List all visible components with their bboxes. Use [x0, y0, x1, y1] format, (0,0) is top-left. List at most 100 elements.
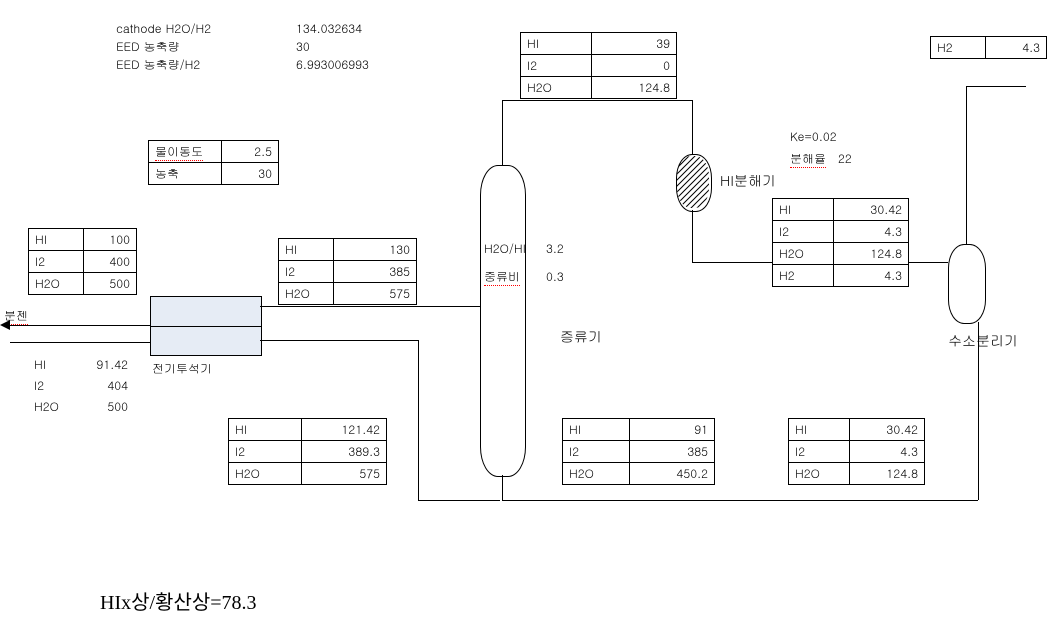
h2sep-bottom-table: HI30.42 I24.3 H2O124.8	[788, 418, 925, 485]
distillation-column	[480, 165, 526, 477]
hi-decomp-label: HI분해기	[720, 170, 776, 190]
dist-label: 증류기	[560, 326, 602, 346]
db-r1-v: 91	[630, 419, 715, 441]
dt-r3-k: H2O	[521, 77, 592, 99]
feed-r1-v: 100	[84, 229, 137, 251]
dfl-r1-k: HI	[229, 419, 302, 441]
dist-p2-v: 0.3	[546, 268, 564, 285]
params-r1-label: 물이동도	[155, 143, 203, 161]
dfl-r2-k: I2	[229, 441, 302, 463]
line-dist-top-to-reactor	[502, 100, 692, 101]
dt-r1-v: 39	[592, 33, 677, 55]
edout-r3-k: H2O	[279, 283, 334, 305]
recycle-table: HI91.42 I2404 H2O500	[28, 354, 134, 417]
do-r3-k: H2O	[773, 243, 834, 265]
feed-r2-k: I2	[29, 251, 84, 273]
dist-top-table: HI39 I20 H2O124.8	[520, 32, 677, 99]
dfl-r3-v: 575	[302, 463, 387, 485]
sb-r2-k: I2	[789, 441, 850, 463]
sb-r3-v: 124.8	[850, 463, 925, 485]
do-r1-v: 30.42	[834, 199, 909, 221]
edout-r1-k: HI	[279, 239, 334, 261]
feed-r1-k: HI	[29, 229, 84, 251]
hdr-row3-value: 6.993006993	[296, 56, 369, 73]
decomp-out-table: HI30.42 I24.3 H2O124.8 H24.3	[772, 198, 909, 287]
do-r2-k: I2	[773, 221, 834, 243]
db-r1-k: HI	[563, 419, 630, 441]
hdr-row2-value: 30	[296, 38, 310, 55]
dt-r3-v: 124.8	[592, 77, 677, 99]
arrow-left-icon	[0, 320, 10, 330]
dfl-r3-k: H2O	[229, 463, 302, 485]
feed-r3-k: H2O	[29, 273, 84, 295]
db-r2-k: I2	[563, 441, 630, 463]
do-r3-v: 124.8	[834, 243, 909, 265]
line-sep-up	[966, 86, 967, 244]
line-ed-to-dist-upper	[260, 306, 480, 307]
line-dist-bottom-down	[502, 475, 503, 500]
dist-p1-v: 3.2	[546, 240, 564, 257]
hdr-row2-label: EED 농축량	[116, 38, 180, 55]
params-r2-value: 30	[222, 163, 279, 185]
sb-r2-v: 4.3	[850, 441, 925, 463]
footer-ratio: HIx상/황산상=78.3	[100, 586, 257, 615]
dt-r2-v: 0	[592, 55, 677, 77]
hdr-row1-value: 134.032634	[296, 20, 362, 37]
recycle-r1-k: HI	[28, 354, 82, 375]
dfl-r2-v: 389.3	[302, 441, 387, 463]
h2-product-table: H24.3	[930, 36, 1047, 59]
sb-r3-k: H2O	[789, 463, 850, 485]
h2-separator-vessel	[948, 244, 986, 324]
edout-r1-v: 130	[334, 239, 417, 261]
recycle-r2-k: I2	[28, 375, 82, 396]
h2sep-label: 수소분리기	[948, 330, 1018, 350]
do-r1-k: HI	[773, 199, 834, 221]
sb-r1-k: HI	[789, 419, 850, 441]
line-sep-right-stub	[966, 86, 1026, 87]
line-down-to-recycle	[418, 340, 419, 500]
h2-v: 4.3	[986, 37, 1047, 59]
do-r4-k: H2	[773, 265, 834, 287]
dfl-r1-v: 121.42	[302, 419, 387, 441]
line-to-dist-bottom-feed	[418, 500, 500, 501]
line-bottom-recycle	[502, 500, 978, 501]
line-into-reactor	[692, 100, 693, 155]
feed-r2-v: 400	[84, 251, 137, 273]
dt-r2-k: I2	[521, 55, 592, 77]
dist-p1-k: H2O/HI	[484, 240, 526, 257]
hatch-pattern-icon	[677, 156, 709, 208]
recycle-r3-v: 500	[82, 396, 134, 417]
recycle-r1-v: 91.42	[82, 354, 134, 375]
do-r2-v: 4.3	[834, 221, 909, 243]
line-feed-to-ed	[10, 325, 150, 326]
electrodialyzer-box	[150, 296, 262, 356]
line-sep-down	[978, 322, 979, 500]
params-table: 물이동도 2.5 농축30	[148, 140, 279, 185]
ed-out-table: HI130 I2385 H2O575	[278, 238, 417, 305]
params-r1-value: 2.5	[222, 141, 279, 163]
dt-r1-k: HI	[521, 33, 592, 55]
dist-p2-k: 중류비	[484, 268, 520, 285]
decomp-rate-label: 분해율	[790, 150, 826, 167]
recycle-r2-v: 404	[82, 375, 134, 396]
feed-r3-v: 500	[84, 273, 137, 295]
sb-r1-v: 30.42	[850, 419, 925, 441]
line-ed-recycle	[10, 342, 150, 343]
hdr-row3-label: EED 농축량/H2	[116, 56, 200, 73]
h2-k: H2	[931, 37, 986, 59]
do-r4-v: 4.3	[834, 265, 909, 287]
feed-in-table: HI100 I2400 H2O500	[28, 228, 137, 295]
dist-bottom-table: HI91 I2385 H2O450.2	[562, 418, 715, 485]
db-r2-v: 385	[630, 441, 715, 463]
ke-label: Ke=0.02	[790, 128, 837, 145]
params-r2-label: 농축	[149, 163, 222, 185]
edout-r2-v: 385	[334, 261, 417, 283]
line-dist-top-up	[502, 100, 503, 165]
edout-r2-k: I2	[279, 261, 334, 283]
db-r3-v: 450.2	[630, 463, 715, 485]
dist-feed-lower-table: HI121.42 I2389.3 H2O575	[228, 418, 387, 485]
edout-r3-v: 575	[334, 283, 417, 305]
decomp-rate-value: 22	[838, 150, 852, 167]
db-r3-k: H2O	[563, 463, 630, 485]
hdr-row1-label: cathode H2O/H2	[116, 20, 211, 37]
